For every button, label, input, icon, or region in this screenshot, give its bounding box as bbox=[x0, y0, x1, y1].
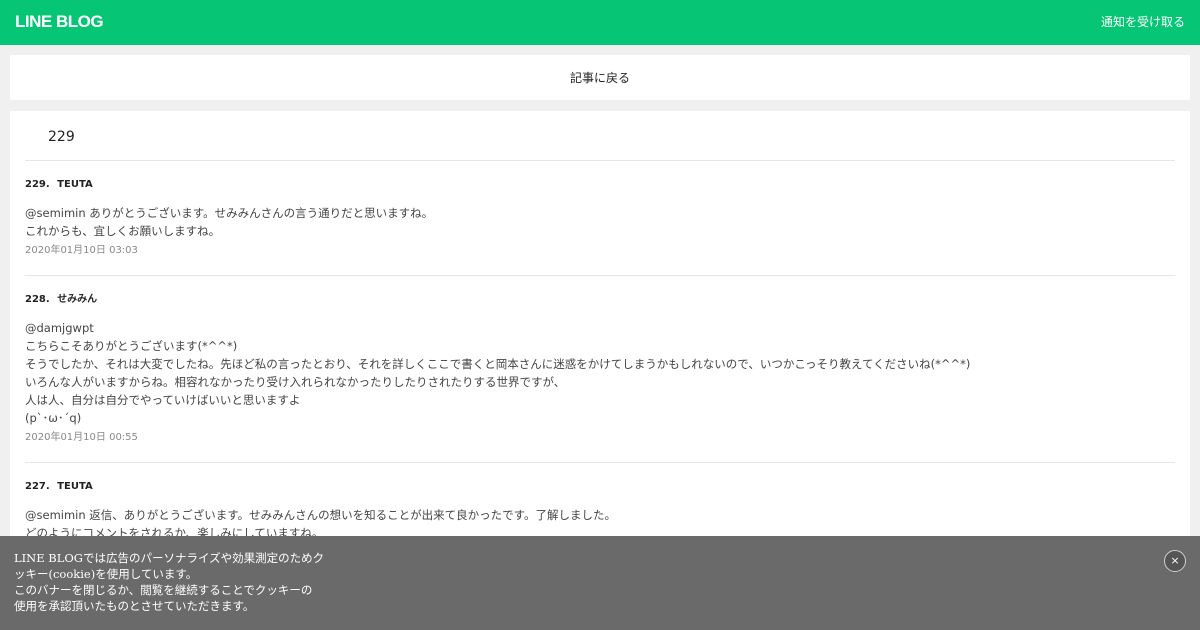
comment-author[interactable]: TEUTA bbox=[57, 481, 93, 492]
header-bar: LINE BLOG 通知を受け取る bbox=[0, 0, 1200, 45]
comment-date: 2020年01月10日 00:55 bbox=[25, 432, 138, 443]
cookie-line: 使用を承認頂いたものとさせていただきます。 bbox=[14, 599, 255, 613]
comment-line: (p`･ω･´q) bbox=[25, 411, 82, 425]
comment-number: 228. bbox=[25, 294, 50, 305]
comment-line: そうでしたか、それは大変でしたね。先ほど私の言ったとおり、それを詳しくここで書く… bbox=[25, 357, 971, 371]
comment-line: こちらこそありがとうございます(*^^*) bbox=[25, 339, 238, 353]
divider bbox=[25, 160, 1175, 161]
divider bbox=[25, 275, 1175, 276]
comment-header: 228. せみみん bbox=[25, 293, 1175, 307]
line-blog-logo[interactable]: LINE BLOG bbox=[15, 12, 104, 32]
comment-header: 229. TEUTA bbox=[25, 178, 1175, 192]
comment-number: 227. bbox=[25, 481, 50, 492]
cookie-banner: LINE BLOGでは広告のパーソナライズや効果測定のためク ッキー(cooki… bbox=[0, 536, 1200, 630]
comment-author[interactable]: せみみん bbox=[57, 294, 97, 305]
comment-line: @semimin 返信、ありがとうございます。せみみんさんの想いを知ることが出来… bbox=[25, 508, 617, 522]
comment-line: @damjgwpt bbox=[25, 321, 94, 335]
comment-header: 227. TEUTA bbox=[25, 480, 1175, 494]
back-to-article-link[interactable]: 記事に戻る bbox=[10, 70, 1190, 86]
comment-item: 227. TEUTA @semimin 返信、ありがとうございます。せみみんさん… bbox=[25, 480, 1175, 542]
comment-line: いろんな人がいますからね。相容れなかったり受け入れられなかったりしたりされたりす… bbox=[25, 375, 566, 389]
comment-author[interactable]: TEUTA bbox=[57, 179, 93, 190]
comment-line: これからも、宜しくお願いしますね。 bbox=[25, 224, 221, 238]
comment-date: 2020年01月10日 03:03 bbox=[25, 245, 138, 256]
cookie-line: ッキー(cookie)を使用しています。 bbox=[14, 567, 198, 581]
cookie-notice-text: LINE BLOGでは広告のパーソナライズや効果測定のためク ッキー(cooki… bbox=[14, 550, 324, 614]
cookie-line: このバナーを閉じるか、閲覧を継続することでクッキーの bbox=[14, 583, 313, 597]
comment-item: 228. せみみん @damjgwpt こちらこそありがとうございます(*^^*… bbox=[25, 293, 1175, 445]
comment-item: 229. TEUTA @semimin ありがとうございます。せみみんさんの言う… bbox=[25, 178, 1175, 258]
close-icon[interactable]: × bbox=[1164, 550, 1186, 572]
notify-button[interactable]: 通知を受け取る bbox=[1101, 14, 1185, 30]
comment-line: @semimin ありがとうございます。せみみんさんの言う通りだと思いますね。 bbox=[25, 206, 434, 220]
comment-line: 人は人、自分は自分でやっていけばいいと思いますよ bbox=[25, 393, 301, 407]
comment-body: @damjgwpt こちらこそありがとうございます(*^^*) そうでしたか、そ… bbox=[25, 319, 1175, 427]
comment-number: 229. bbox=[25, 179, 50, 190]
back-to-article-box: 記事に戻る bbox=[10, 55, 1190, 100]
comment-body: @semimin ありがとうございます。せみみんさんの言う通りだと思いますね。 … bbox=[25, 204, 1175, 240]
comment-count: 229 bbox=[48, 129, 75, 145]
cookie-line: LINE BLOGでは広告のパーソナライズや効果測定のためク bbox=[14, 551, 325, 565]
divider bbox=[25, 462, 1175, 463]
